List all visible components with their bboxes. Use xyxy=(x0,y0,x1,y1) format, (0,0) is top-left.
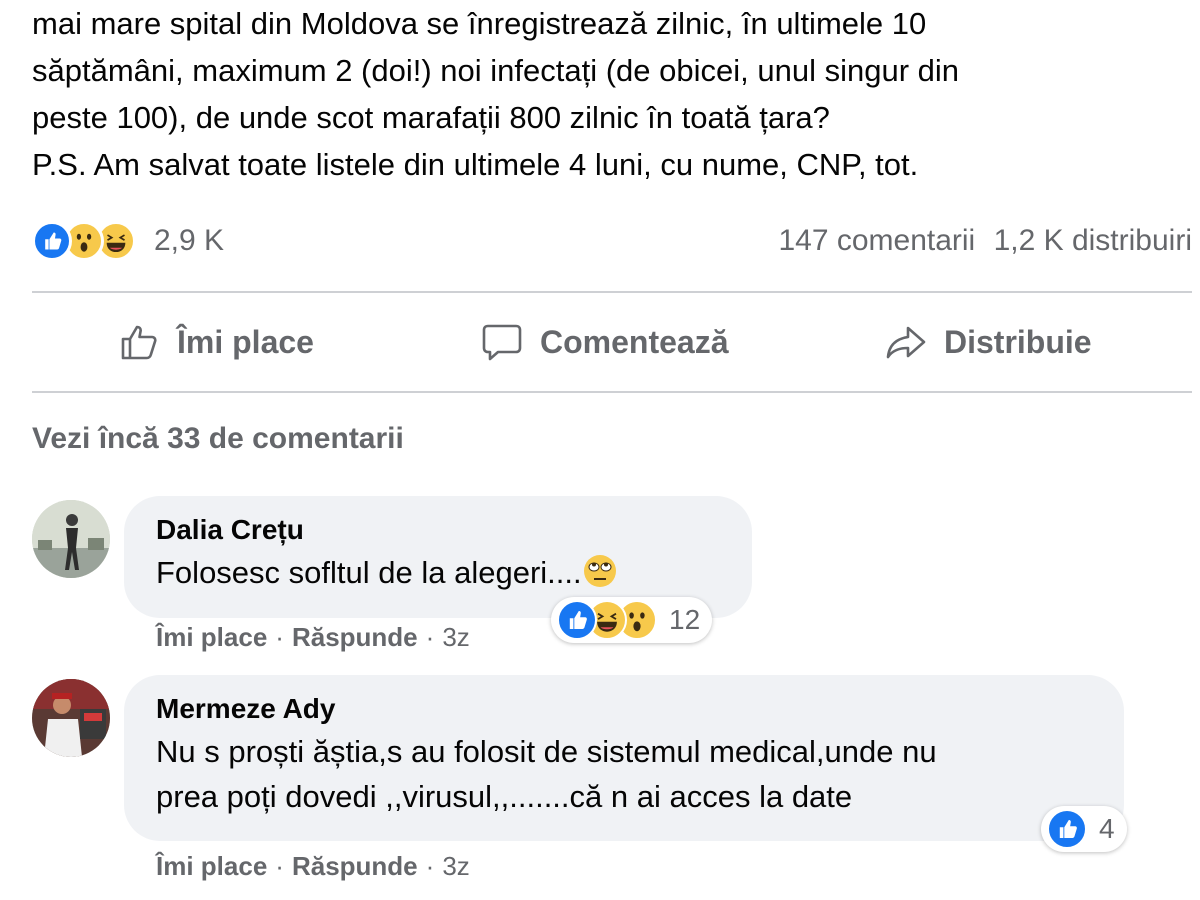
comment-author[interactable]: Dalia Crețu xyxy=(156,510,720,550)
comment-reply-link[interactable]: Răspunde xyxy=(292,622,418,652)
comment-label: Comentează xyxy=(540,323,729,360)
comment-time[interactable]: 3z xyxy=(442,851,469,881)
comment-text-line: Nu s proști ăștia,s au folosit de sistem… xyxy=(156,734,937,769)
view-more-comments-link[interactable]: Vezi încă 33 de comentarii xyxy=(32,422,404,456)
comment-meta: Îmi place · Răspunde · 3z xyxy=(156,622,470,652)
comment-text-content: Folosesc sofltul de la alegeri.... xyxy=(156,555,582,590)
post-stats: 2,9 K 147 comentarii 1,2 K distribuiri xyxy=(32,218,1192,264)
like-label: Îmi place xyxy=(177,323,314,360)
comment-reactions-count: 4 xyxy=(1099,813,1115,844)
avatar[interactable] xyxy=(32,500,110,578)
avatar[interactable] xyxy=(32,679,110,757)
post-line: peste 100), de unde scot marafații 800 z… xyxy=(32,100,830,135)
comment-author[interactable]: Mermeze Ady xyxy=(156,689,1092,729)
post-line: mai mare spital din Moldova se înregistr… xyxy=(32,6,927,41)
comment-reply-link[interactable]: Răspunde xyxy=(292,851,418,881)
comment-reactions[interactable]: 12 xyxy=(551,597,713,643)
comment-text: Folosesc sofltul de la alegeri.... xyxy=(156,550,720,595)
share-label: Distribuie xyxy=(944,323,1092,360)
divider xyxy=(32,391,1192,393)
comments-count[interactable]: 147 comentarii xyxy=(778,224,975,257)
comment-like-link[interactable]: Îmi place xyxy=(156,851,267,881)
comment-like-link[interactable]: Îmi place xyxy=(156,622,267,652)
share-arrow-icon xyxy=(886,326,926,359)
post-counts: 147 comentarii 1,2 K distribuiri xyxy=(768,218,1192,264)
post-actions: Îmi place Comentează Distribuie xyxy=(32,294,1192,390)
share-button[interactable]: Distribuie xyxy=(884,294,1092,390)
comment-bubble: Mermeze Ady Nu s proști ăștia,s au folos… xyxy=(124,675,1124,841)
eye-roll-emoji-icon xyxy=(582,553,618,589)
post-text: mai mare spital din Moldova se înregistr… xyxy=(32,0,1182,188)
comment-reactions[interactable]: 4 xyxy=(1041,806,1127,852)
like-icon xyxy=(557,600,597,640)
post-line: săptămâni, maximum 2 (doi!) noi infectaț… xyxy=(32,53,960,88)
post-line: P.S. Am salvat toate listele din ultimel… xyxy=(32,147,919,182)
reactions-count[interactable]: 2,9 K xyxy=(154,224,224,258)
thumbs-up-icon xyxy=(121,325,157,360)
like-button[interactable]: Îmi place xyxy=(117,294,314,390)
comment-meta: Îmi place · Răspunde · 3z xyxy=(156,851,470,881)
speech-bubble-icon xyxy=(482,324,522,361)
like-icon xyxy=(32,221,72,261)
comment-reactions-count: 12 xyxy=(669,604,701,635)
comment-time[interactable]: 3z xyxy=(442,622,469,652)
divider xyxy=(32,291,1192,293)
like-icon xyxy=(1047,809,1087,849)
comment-text-line: prea poți dovedi ,,virusul,,.......că n … xyxy=(156,779,853,814)
shares-count[interactable]: 1,2 K distribuiri xyxy=(994,224,1192,257)
comment-button[interactable]: Comentează xyxy=(480,294,729,390)
post-reactions[interactable]: 2,9 K xyxy=(32,218,224,264)
